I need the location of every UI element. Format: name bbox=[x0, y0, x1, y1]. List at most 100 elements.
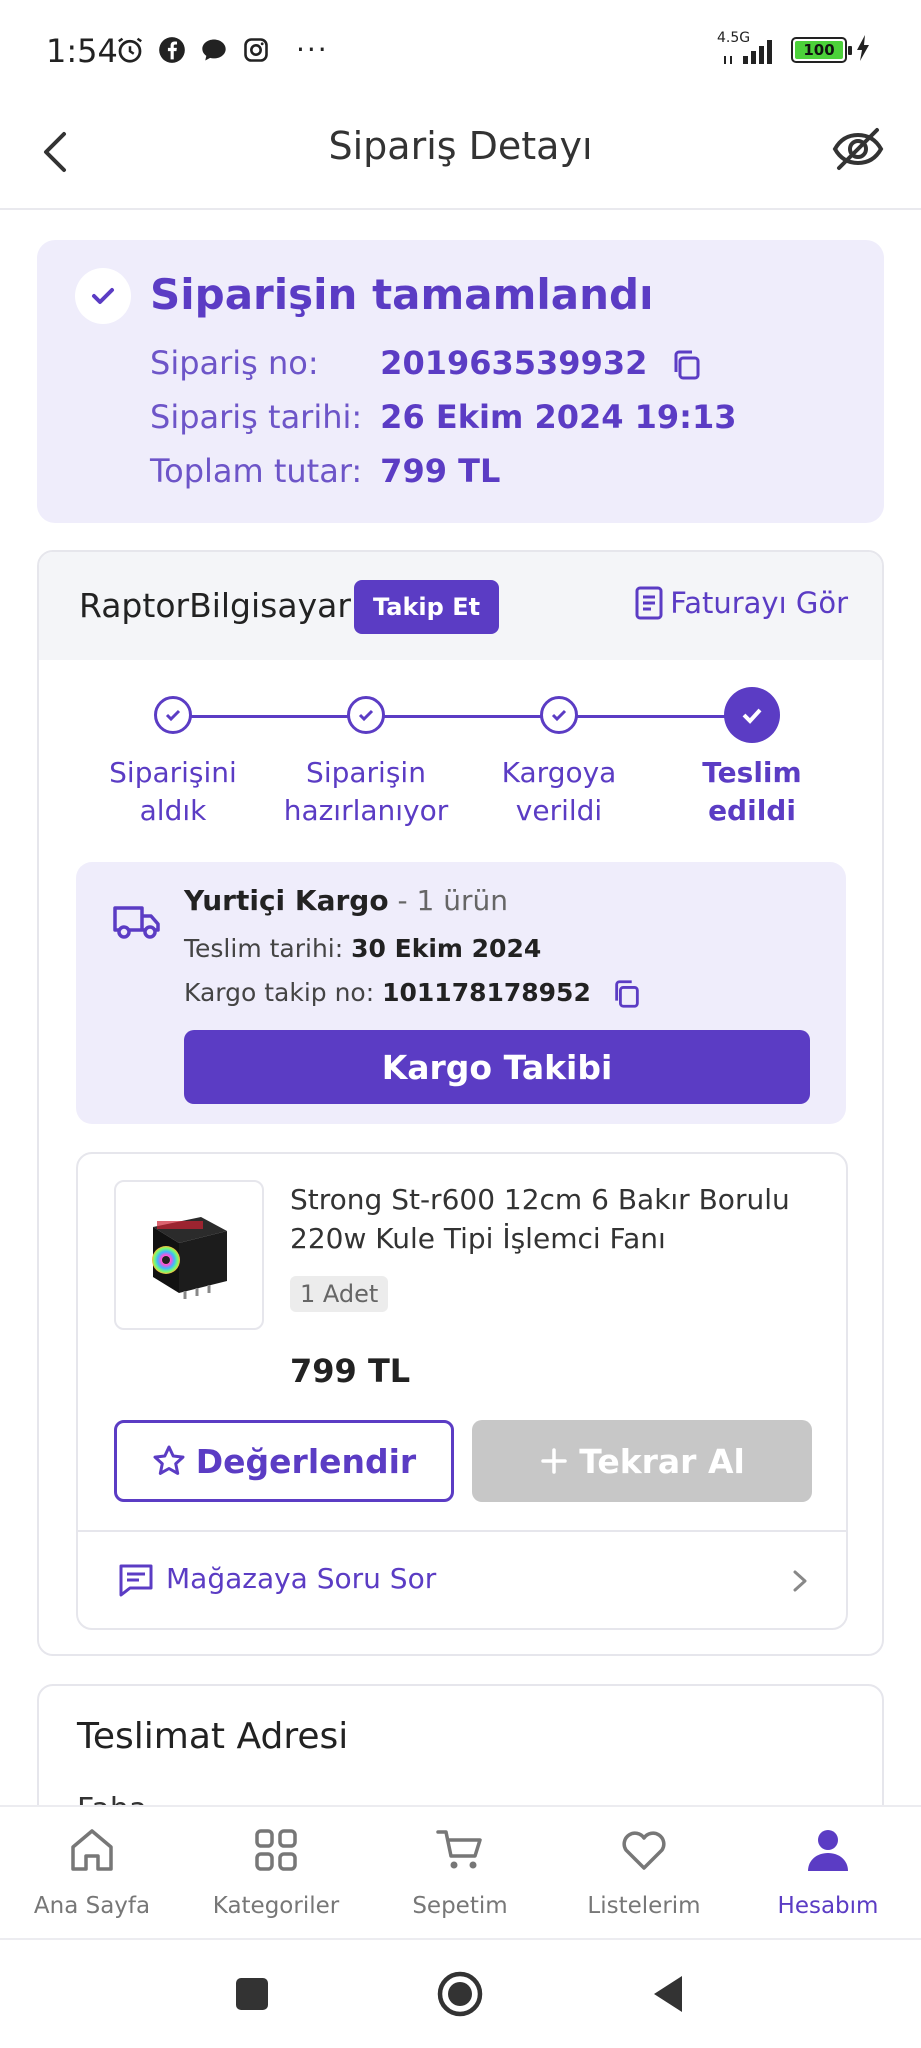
quantity-badge: 1 Adet bbox=[290, 1276, 389, 1312]
step-order-received: Siparişini aldık bbox=[83, 682, 263, 830]
order-number-row: Sipariş no: 201963539932 bbox=[150, 344, 704, 382]
back-system-button[interactable] bbox=[644, 1970, 692, 2018]
track-shipment-button[interactable]: Kargo Takibi bbox=[184, 1030, 810, 1104]
more-notifications-icon: ··· bbox=[296, 33, 329, 66]
carrier-row: Yurtiçi Kargo - 1 ürün bbox=[184, 884, 508, 917]
rate-product-label: Değerlendir bbox=[195, 1441, 417, 1481]
battery-level: 100 bbox=[795, 41, 843, 59]
nav-account-label: Hesabım bbox=[777, 1893, 879, 1919]
step-shipped: Kargoya verildi bbox=[469, 682, 649, 830]
nav-lists[interactable]: Listelerim bbox=[552, 1823, 736, 1919]
circle-icon bbox=[437, 1971, 483, 2017]
home-icon bbox=[71, 1829, 113, 1871]
step-label: Siparişini bbox=[109, 756, 237, 789]
step-delivered: Teslim edildi bbox=[662, 682, 842, 830]
bottom-navigation: Ana Sayfa Kategoriler Sepetim Listelerim… bbox=[0, 1805, 921, 1938]
nav-home-label: Ana Sayfa bbox=[33, 1893, 151, 1919]
step-label: hazırlanıyor bbox=[283, 794, 449, 827]
copy-icon bbox=[615, 980, 639, 1008]
page-title: Sipariş Detayı bbox=[328, 124, 593, 168]
copy-order-number-button[interactable] bbox=[670, 348, 704, 382]
order-number-label: Sipariş no: bbox=[150, 344, 319, 382]
hide-info-button[interactable] bbox=[831, 122, 885, 176]
product-image[interactable] bbox=[114, 1180, 264, 1330]
ask-store-label: Mağazaya Soru Sor bbox=[166, 1562, 437, 1595]
recent-apps-button[interactable] bbox=[228, 1970, 276, 2018]
step-label: Teslim bbox=[702, 756, 802, 789]
view-invoice-label: Faturayı Gör bbox=[670, 586, 848, 620]
order-date-row: Sipariş tarihi: 26 Ekim 2024 19:13 bbox=[150, 398, 737, 436]
signal-icon: 4.5G bbox=[717, 30, 783, 66]
cpu-cooler-image bbox=[152, 1217, 227, 1299]
chat-bubble-icon bbox=[198, 34, 230, 66]
buy-again-label: Tekrar Al bbox=[579, 1441, 745, 1481]
order-date-value: 26 Ekim 2024 19:13 bbox=[380, 398, 737, 436]
nav-home[interactable]: Ana Sayfa bbox=[0, 1823, 184, 1919]
order-number-value: 201963539932 bbox=[380, 344, 648, 382]
cart-icon bbox=[436, 1830, 482, 1869]
check-circle-icon bbox=[75, 268, 131, 324]
check-icon bbox=[347, 696, 385, 734]
shipment-info: Yurtiçi Kargo - 1 ürün Teslim tarihi: 30… bbox=[76, 862, 846, 1124]
square-icon bbox=[236, 1978, 268, 2010]
delivery-date-value: 30 Ekim 2024 bbox=[351, 934, 542, 963]
status-time: 1:54 bbox=[46, 32, 118, 70]
tracking-number-row: Kargo takip no: 101178178952 bbox=[184, 978, 643, 1010]
delivery-date-row: Teslim tarihi: 30 Ekim 2024 bbox=[184, 934, 541, 963]
tracking-number-label: Kargo takip no: bbox=[184, 978, 375, 1007]
chevron-right-icon bbox=[793, 1570, 807, 1592]
order-total-label: Toplam tutar: bbox=[150, 452, 363, 490]
order-total-row: Toplam tutar: 799 TL bbox=[150, 452, 500, 490]
step-preparing: Siparişin hazırlanıyor bbox=[276, 682, 456, 830]
rate-product-button[interactable]: Değerlendir bbox=[114, 1420, 454, 1502]
product-item: Strong St-r600 12cm 6 Bakır Borulu 220w … bbox=[76, 1152, 848, 1630]
order-total-value: 799 TL bbox=[380, 452, 501, 490]
eye-off-icon bbox=[832, 128, 884, 170]
order-status-card: Siparişin tamamlandı Sipariş no: 2019635… bbox=[37, 240, 884, 523]
system-navigation-bar bbox=[0, 1938, 921, 2048]
nav-categories-label: Kategoriler bbox=[212, 1893, 340, 1919]
follow-seller-button[interactable]: Takip Et bbox=[354, 580, 500, 634]
charging-icon bbox=[855, 34, 871, 66]
nav-cart[interactable]: Sepetim bbox=[368, 1823, 552, 1919]
product-title[interactable]: Strong St-r600 12cm 6 Bakır Borulu 220w … bbox=[290, 1180, 810, 1258]
nav-cart-label: Sepetim bbox=[412, 1893, 508, 1919]
nav-lists-label: Listelerim bbox=[587, 1893, 701, 1919]
seller-name[interactable]: RaptorBilgisayar bbox=[79, 586, 351, 625]
instagram-icon bbox=[240, 34, 272, 66]
delivery-address-title: Teslimat Adresi bbox=[77, 1716, 349, 1757]
notification-icons: ··· bbox=[114, 34, 329, 66]
product-price: 799 TL bbox=[290, 1352, 411, 1390]
battery-icon: 100 bbox=[791, 37, 852, 63]
app-header: Sipariş Detayı bbox=[0, 100, 921, 210]
status-bar: 1:54 ··· 4.5G 100 bbox=[0, 0, 921, 100]
alarm-icon bbox=[114, 34, 146, 66]
seller-header: RaptorBilgisayar Takip Et Faturayı Gör bbox=[39, 552, 882, 660]
copy-icon bbox=[674, 350, 700, 380]
buy-again-button[interactable]: Tekrar Al bbox=[472, 1420, 812, 1502]
grid-icon bbox=[255, 1829, 297, 1871]
user-icon bbox=[808, 1830, 848, 1871]
star-icon bbox=[153, 1445, 185, 1475]
ask-store-row[interactable]: Mağazaya Soru Sor bbox=[78, 1530, 846, 1628]
nav-categories[interactable]: Kategoriler bbox=[184, 1823, 368, 1919]
copy-tracking-number-button[interactable] bbox=[611, 978, 643, 1010]
step-label: verildi bbox=[515, 794, 603, 827]
check-icon bbox=[540, 696, 578, 734]
seller-order-card: RaptorBilgisayar Takip Et Faturayı Gör S… bbox=[37, 550, 884, 1656]
truck-icon bbox=[113, 906, 160, 939]
view-invoice-link[interactable]: Faturayı Gör bbox=[634, 586, 848, 620]
home-system-button[interactable] bbox=[436, 1970, 484, 2018]
check-filled-icon bbox=[724, 687, 780, 743]
document-icon bbox=[635, 586, 663, 620]
order-date-label: Sipariş tarihi: bbox=[150, 398, 363, 436]
delivery-date-label: Teslim tarihi: bbox=[184, 934, 344, 963]
step-label: edildi bbox=[708, 794, 796, 827]
carrier-item-count: - 1 ürün bbox=[397, 884, 508, 917]
carrier-name: Yurtiçi Kargo bbox=[184, 884, 389, 917]
step-label: Kargoya bbox=[501, 756, 617, 789]
check-icon bbox=[154, 696, 192, 734]
heart-icon bbox=[622, 1831, 666, 1870]
triangle-back-icon bbox=[654, 1976, 682, 2012]
nav-account[interactable]: Hesabım bbox=[736, 1823, 920, 1919]
